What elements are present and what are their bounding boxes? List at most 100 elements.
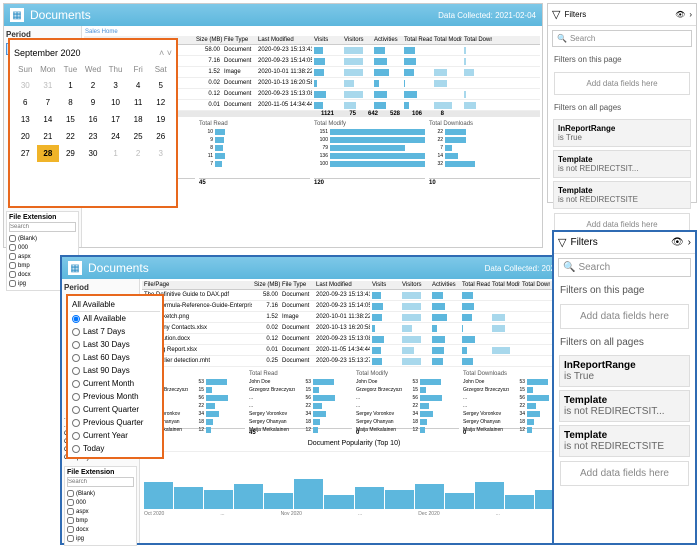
ext-checkbox[interactable] — [67, 499, 74, 506]
period-option[interactable]: Last 7 Days — [70, 325, 160, 338]
calendar-day[interactable]: 11 — [127, 94, 150, 111]
period-radio[interactable] — [72, 315, 80, 323]
calendar-day[interactable]: 19 — [149, 111, 172, 128]
col-header[interactable]: Last Modified — [256, 36, 312, 44]
col-header[interactable]: Activities — [430, 281, 460, 289]
col-header[interactable]: Last Modified — [314, 281, 370, 289]
ext-checkbox[interactable] — [67, 535, 74, 542]
calendar-day[interactable]: 25 — [127, 128, 150, 145]
ext-item[interactable]: (Blank) — [67, 489, 134, 498]
period-radio[interactable] — [72, 393, 80, 401]
period-option[interactable]: Current Quarter — [70, 403, 160, 416]
ext-checkbox[interactable] — [67, 490, 74, 497]
col-header[interactable]: Total Read — [460, 281, 490, 289]
period-option[interactable]: Last 90 Days — [70, 364, 160, 377]
period-radio[interactable] — [72, 432, 80, 440]
calendar-next-icon[interactable]: ˅ — [167, 48, 172, 58]
col-header[interactable]: Visits — [312, 36, 342, 44]
calendar-day[interactable]: 16 — [82, 111, 105, 128]
ext-checkbox[interactable] — [9, 235, 16, 242]
calendar-day[interactable]: 17 — [104, 111, 127, 128]
col-header[interactable]: Activities — [372, 36, 402, 44]
table-row[interactable]: Constitution.docx0.12Document2020-09-23 … — [142, 334, 566, 345]
file-ext-search[interactable] — [9, 222, 76, 232]
table-row[interactable]: DAX Formula-Reference-Guide-Enterprise-D… — [142, 301, 566, 312]
period-radio[interactable] — [72, 328, 80, 336]
period-radio[interactable] — [72, 419, 80, 427]
period-radio[interactable] — [72, 380, 80, 388]
calendar-day[interactable]: 29 — [59, 145, 82, 162]
calendar-day[interactable]: 7 — [37, 94, 60, 111]
period-option[interactable]: Previous Month — [70, 390, 160, 403]
ext-item[interactable]: aspx — [67, 507, 134, 516]
filters-add-fields[interactable]: Add data fields here — [560, 304, 689, 329]
col-header[interactable]: Total Modify — [432, 36, 462, 44]
table-row[interactable]: Meeting Report.xlsx0.01Document2020-11-0… — [142, 345, 566, 356]
calendar-day[interactable]: 22 — [59, 128, 82, 145]
calendar-day[interactable]: 2 — [82, 77, 105, 94]
col-header[interactable]: Visits — [370, 281, 400, 289]
ext-item[interactable]: 000 — [67, 498, 134, 507]
calendar-day[interactable]: 1 — [104, 145, 127, 162]
calendar-day[interactable]: 5 — [149, 77, 172, 94]
filter-card[interactable]: Templateis not REDIRECTSIT... — [553, 150, 691, 178]
filters-add-fields[interactable]: Add data fields here — [554, 72, 690, 95]
ext-checkbox[interactable] — [9, 244, 16, 251]
col-header[interactable]: Total Read — [402, 36, 432, 44]
period-option[interactable]: All Available — [70, 312, 160, 325]
calendar-day[interactable]: 23 — [82, 128, 105, 145]
calendar-day[interactable]: 10 — [104, 94, 127, 111]
calendar-day[interactable]: 3 — [149, 145, 172, 162]
filter-card[interactable]: Templateis not REDIRECTSITE — [553, 181, 691, 209]
collapse-icon[interactable]: › — [689, 10, 692, 19]
calendar-day[interactable]: 14 — [37, 111, 60, 128]
eye-icon[interactable]: 👁 — [675, 10, 685, 19]
col-file[interactable]: File/Page — [142, 281, 252, 289]
table-row[interactable]: MS Outlier detection.mht0.25Document2020… — [142, 356, 566, 367]
filter-card[interactable]: Templateis not REDIRECTSITE — [559, 425, 690, 457]
ext-item[interactable]: 000 — [9, 243, 76, 252]
filters-search[interactable]: 🔍Search — [552, 30, 692, 47]
calendar-day[interactable]: 20 — [14, 128, 37, 145]
calendar-day[interactable]: 30 — [82, 145, 105, 162]
ext-checkbox[interactable] — [67, 526, 74, 533]
calendar-month-label[interactable]: September 2020 — [14, 48, 81, 58]
ext-checkbox[interactable] — [9, 280, 16, 287]
calendar-day[interactable]: 27 — [14, 145, 37, 162]
col-header[interactable]: Total Download — [520, 281, 550, 289]
calendar-day[interactable]: 21 — [37, 128, 60, 145]
col-header[interactable]: File Type — [222, 36, 256, 44]
period-option[interactable]: Today — [70, 442, 160, 455]
period-option[interactable]: Last 60 Days — [70, 351, 160, 364]
col-header[interactable]: Visitors — [400, 281, 430, 289]
col-header[interactable]: Total Downloads — [462, 36, 492, 44]
ext-checkbox[interactable] — [67, 517, 74, 524]
table-row[interactable]: Company Contacts.xlsx0.02Document2020-10… — [142, 323, 566, 334]
period-option[interactable]: Last 30 Days — [70, 338, 160, 351]
collapse-icon[interactable]: › — [688, 237, 691, 248]
filters-search[interactable]: 🔍Search — [558, 258, 691, 277]
period-selected[interactable]: All Available — [70, 298, 160, 312]
ext-checkbox[interactable] — [9, 271, 16, 278]
col-header[interactable]: Size (MB) — [252, 281, 280, 289]
calendar-day[interactable]: 9 — [82, 94, 105, 111]
ext-checkbox[interactable] — [67, 508, 74, 515]
eye-icon[interactable]: 👁 — [671, 237, 684, 248]
calendar-day[interactable]: 4 — [127, 77, 150, 94]
col-header[interactable]: Total Modify — [490, 281, 520, 289]
col-header[interactable]: Visitors — [342, 36, 372, 44]
file-ext-search[interactable] — [67, 477, 134, 487]
calendar-day[interactable]: 31 — [37, 77, 60, 94]
calendar-day[interactable]: 12 — [149, 94, 172, 111]
breadcrumb[interactable]: Sales Home — [84, 28, 540, 36]
calendar-day[interactable]: 6 — [14, 94, 37, 111]
calendar-day[interactable]: 24 — [104, 128, 127, 145]
calendar-day[interactable]: 26 — [149, 128, 172, 145]
col-header[interactable]: Size (MB) — [194, 36, 222, 44]
filter-card[interactable]: Templateis not REDIRECTSIT... — [559, 390, 690, 422]
ext-item[interactable]: bmp — [67, 516, 134, 525]
period-radio[interactable] — [72, 341, 80, 349]
filters-add-fields[interactable]: Add data fields here — [560, 461, 689, 486]
calendar-day[interactable]: 8 — [59, 94, 82, 111]
calendar-day[interactable]: 30 — [14, 77, 37, 94]
